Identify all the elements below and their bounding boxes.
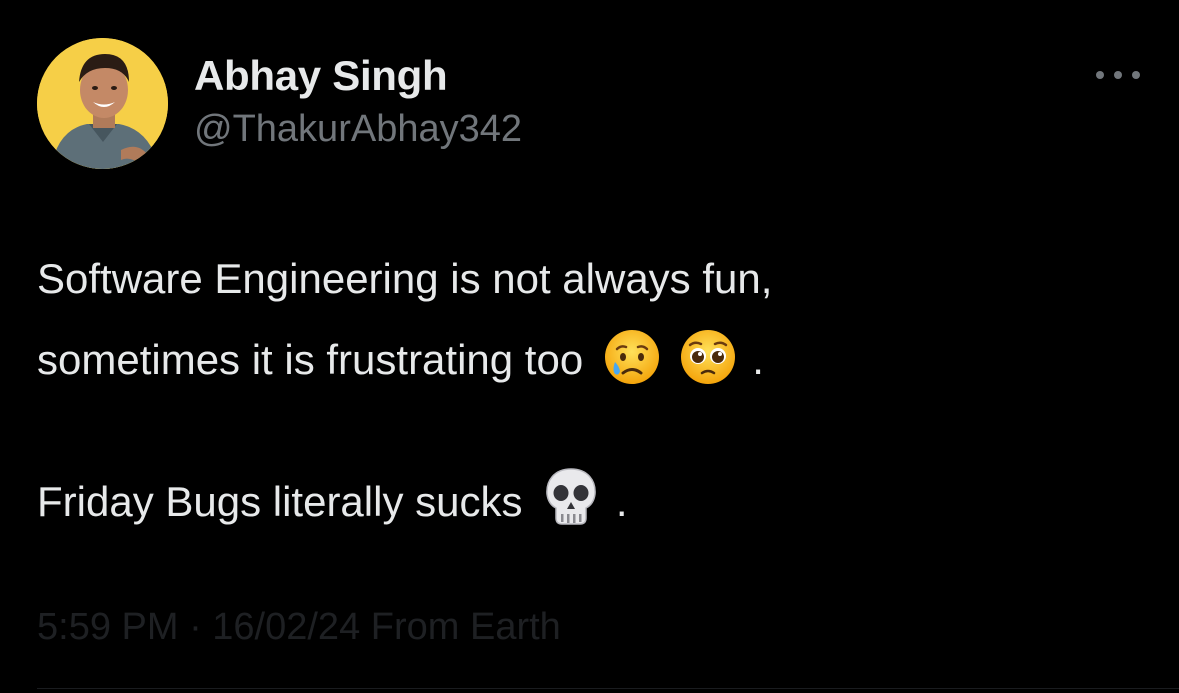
- tweet-timestamp[interactable]: 5:59 PM · 16/02/24 From Earth: [37, 606, 561, 649]
- author-display-name[interactable]: Abhay Singh: [194, 52, 448, 100]
- author-handle[interactable]: @ThakurAbhay342: [194, 108, 522, 151]
- pleading-face-emoji-icon: [680, 330, 735, 384]
- divider: [37, 688, 1179, 689]
- crying-face-emoji-icon: [604, 330, 659, 384]
- tweet-text-line-3-text: Friday Bugs literally sucks: [37, 478, 523, 525]
- tweet-text-line-2-text: sometimes it is frustrating too: [37, 336, 584, 383]
- more-horizontal-icon-dot: [1132, 71, 1140, 79]
- tweet-text-line-1: Software Engineering is not always fun,: [37, 255, 773, 302]
- author-avatar[interactable]: [37, 38, 168, 169]
- tweet-text-line-3: Friday Bugs literally sucks .: [37, 466, 628, 528]
- tweet-card: Abhay Singh @ThakurAbhay342 Software Eng…: [0, 0, 1179, 693]
- tweet-text-line-3-end: .: [615, 478, 628, 525]
- tweet-text-line-2: sometimes it is frustrating too .: [37, 328, 764, 386]
- profile-photo-icon: [37, 38, 168, 169]
- more-horizontal-icon-dot: [1114, 71, 1122, 79]
- more-options-button[interactable]: [1092, 62, 1144, 88]
- skull-emoji-icon: [546, 468, 596, 525]
- tweet-text-line-2-end: .: [752, 336, 764, 383]
- more-horizontal-icon: [1096, 71, 1104, 79]
